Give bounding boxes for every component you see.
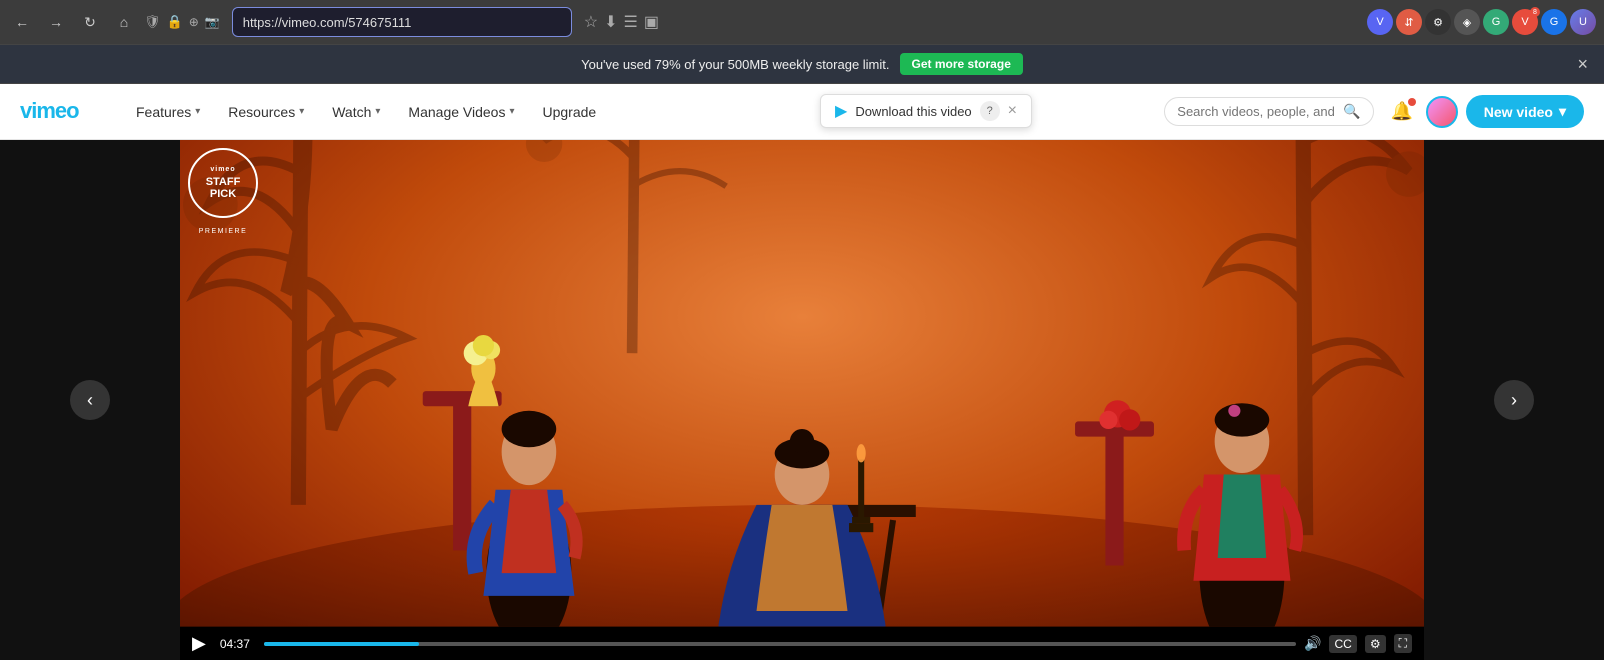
forward-button[interactable]: → [42, 8, 70, 36]
resources-nav-item[interactable]: Resources ▾ [216, 98, 316, 126]
resources-chevron-icon: ▾ [299, 106, 304, 117]
nav-items: Features ▾ Resources ▾ Watch ▾ Manage Vi… [124, 98, 608, 126]
back-button[interactable]: ← [8, 8, 36, 36]
browser-profile-icons: V ⇵ ⚙ ◈ G V 8 G U [1367, 9, 1596, 35]
get-storage-button[interactable]: Get more storage [900, 53, 1023, 75]
reload-button[interactable]: ↻ [76, 8, 104, 36]
download-icon[interactable]: ⬇ [604, 12, 617, 32]
download-help-button[interactable]: ? [980, 101, 1000, 121]
reader-icon[interactable]: ▣ [644, 12, 659, 32]
features-chevron-icon: ▾ [195, 106, 200, 117]
home-button[interactable]: ⌂ [110, 8, 138, 36]
right-panel: › [1424, 140, 1604, 660]
download-play-icon: ▶ [835, 101, 847, 121]
ext-icon-3[interactable]: G [1483, 9, 1509, 35]
notification-bar: You've used 79% of your 500MB weekly sto… [0, 45, 1604, 84]
download-tooltip-text: Download this video [855, 104, 971, 119]
notification-close-button[interactable]: × [1577, 54, 1588, 75]
prev-video-button[interactable]: ‹ [70, 380, 110, 420]
tracking-icon: ⊕ [189, 15, 199, 29]
left-panel: ‹ [0, 140, 180, 660]
staff-pick-premiere-label: PREMIERE [199, 228, 248, 235]
fullscreen-button[interactable]: ⛶ [1394, 634, 1412, 653]
search-input[interactable] [1177, 104, 1337, 119]
staff-pick-circle: vimeo STAFFPICK [188, 148, 258, 218]
user-profile-icon[interactable]: U [1570, 9, 1596, 35]
manage-videos-nav-item[interactable]: Manage Videos ▾ [396, 98, 526, 126]
nav-right-icons: 🔔 New video ▾ [1386, 95, 1584, 128]
staff-pick-text: STAFFPICK [206, 176, 241, 200]
progress-fill [264, 642, 419, 646]
shield-icon: 🛡 [144, 14, 161, 30]
video-thumbnail[interactable]: ♥ ◯ ☷ ➤ [180, 140, 1424, 627]
sync-icon[interactable]: ⇵ [1396, 9, 1422, 35]
upgrade-nav-item[interactable]: Upgrade [531, 98, 609, 126]
watch-chevron-icon: ▾ [375, 106, 380, 117]
search-box[interactable]: 🔍 [1164, 97, 1373, 126]
staff-pick-badge: vimeo STAFFPICK PREMIERE [180, 140, 266, 235]
vimeo-navbar: vimeo Features ▾ Resources ▾ Watch ▾ Man… [0, 84, 1604, 140]
vpn-icon[interactable]: V [1367, 9, 1393, 35]
play-button[interactable]: ▶ [192, 633, 206, 654]
ext-icon-2[interactable]: ◈ [1454, 9, 1480, 35]
svg-text:vimeo: vimeo [20, 98, 79, 122]
history-icon[interactable]: ☰ [623, 12, 637, 32]
settings-button[interactable]: ⚙ [1365, 635, 1386, 653]
next-video-button[interactable]: › [1494, 380, 1534, 420]
notification-text: You've used 79% of your 500MB weekly sto… [581, 57, 889, 72]
manage-videos-chevron-icon: ▾ [509, 106, 514, 117]
search-icon[interactable]: 🔍 [1343, 103, 1360, 120]
download-close-button[interactable]: × [1008, 102, 1017, 120]
new-video-label: New video [1484, 104, 1553, 120]
bell-badge [1408, 98, 1416, 106]
time-display: 04:37 [214, 635, 256, 653]
new-video-button[interactable]: New video ▾ [1466, 95, 1584, 128]
camera-icon: 📷 [205, 15, 220, 29]
new-video-chevron-icon: ▾ [1559, 103, 1566, 120]
volume-icon[interactable]: 🔊 [1304, 635, 1321, 652]
vimeo-logo[interactable]: vimeo [20, 96, 100, 128]
ext-icon-1[interactable]: ⚙ [1425, 9, 1451, 35]
notification-bell-icon[interactable]: 🔔 [1386, 96, 1418, 128]
features-nav-item[interactable]: Features ▾ [124, 98, 212, 126]
video-area: vimeo STAFFPICK PREMIERE [180, 140, 1424, 660]
cc-button[interactable]: CC [1329, 635, 1356, 653]
download-tooltip: ▶ Download this video ? × [820, 94, 1032, 128]
video-controls: ▶ 04:37 🔊 CC ⚙ ⛶ [180, 627, 1424, 660]
address-bar[interactable] [232, 7, 572, 37]
star-icon[interactable]: ☆ [584, 12, 598, 32]
ext-icon-4[interactable]: V 8 [1512, 9, 1538, 35]
lock-icon: 🔒 [167, 14, 183, 30]
video-scene-svg [180, 140, 1424, 627]
user-avatar[interactable] [1426, 96, 1458, 128]
watch-nav-item[interactable]: Watch ▾ [320, 98, 392, 126]
progress-bar[interactable] [264, 642, 1296, 646]
url-input[interactable] [243, 15, 561, 30]
staff-pick-vimeo-label: vimeo [210, 166, 235, 174]
main-content: ‹ vimeo STAFFPICK PREMIERE [0, 140, 1604, 660]
ext-icon-5[interactable]: G [1541, 9, 1567, 35]
